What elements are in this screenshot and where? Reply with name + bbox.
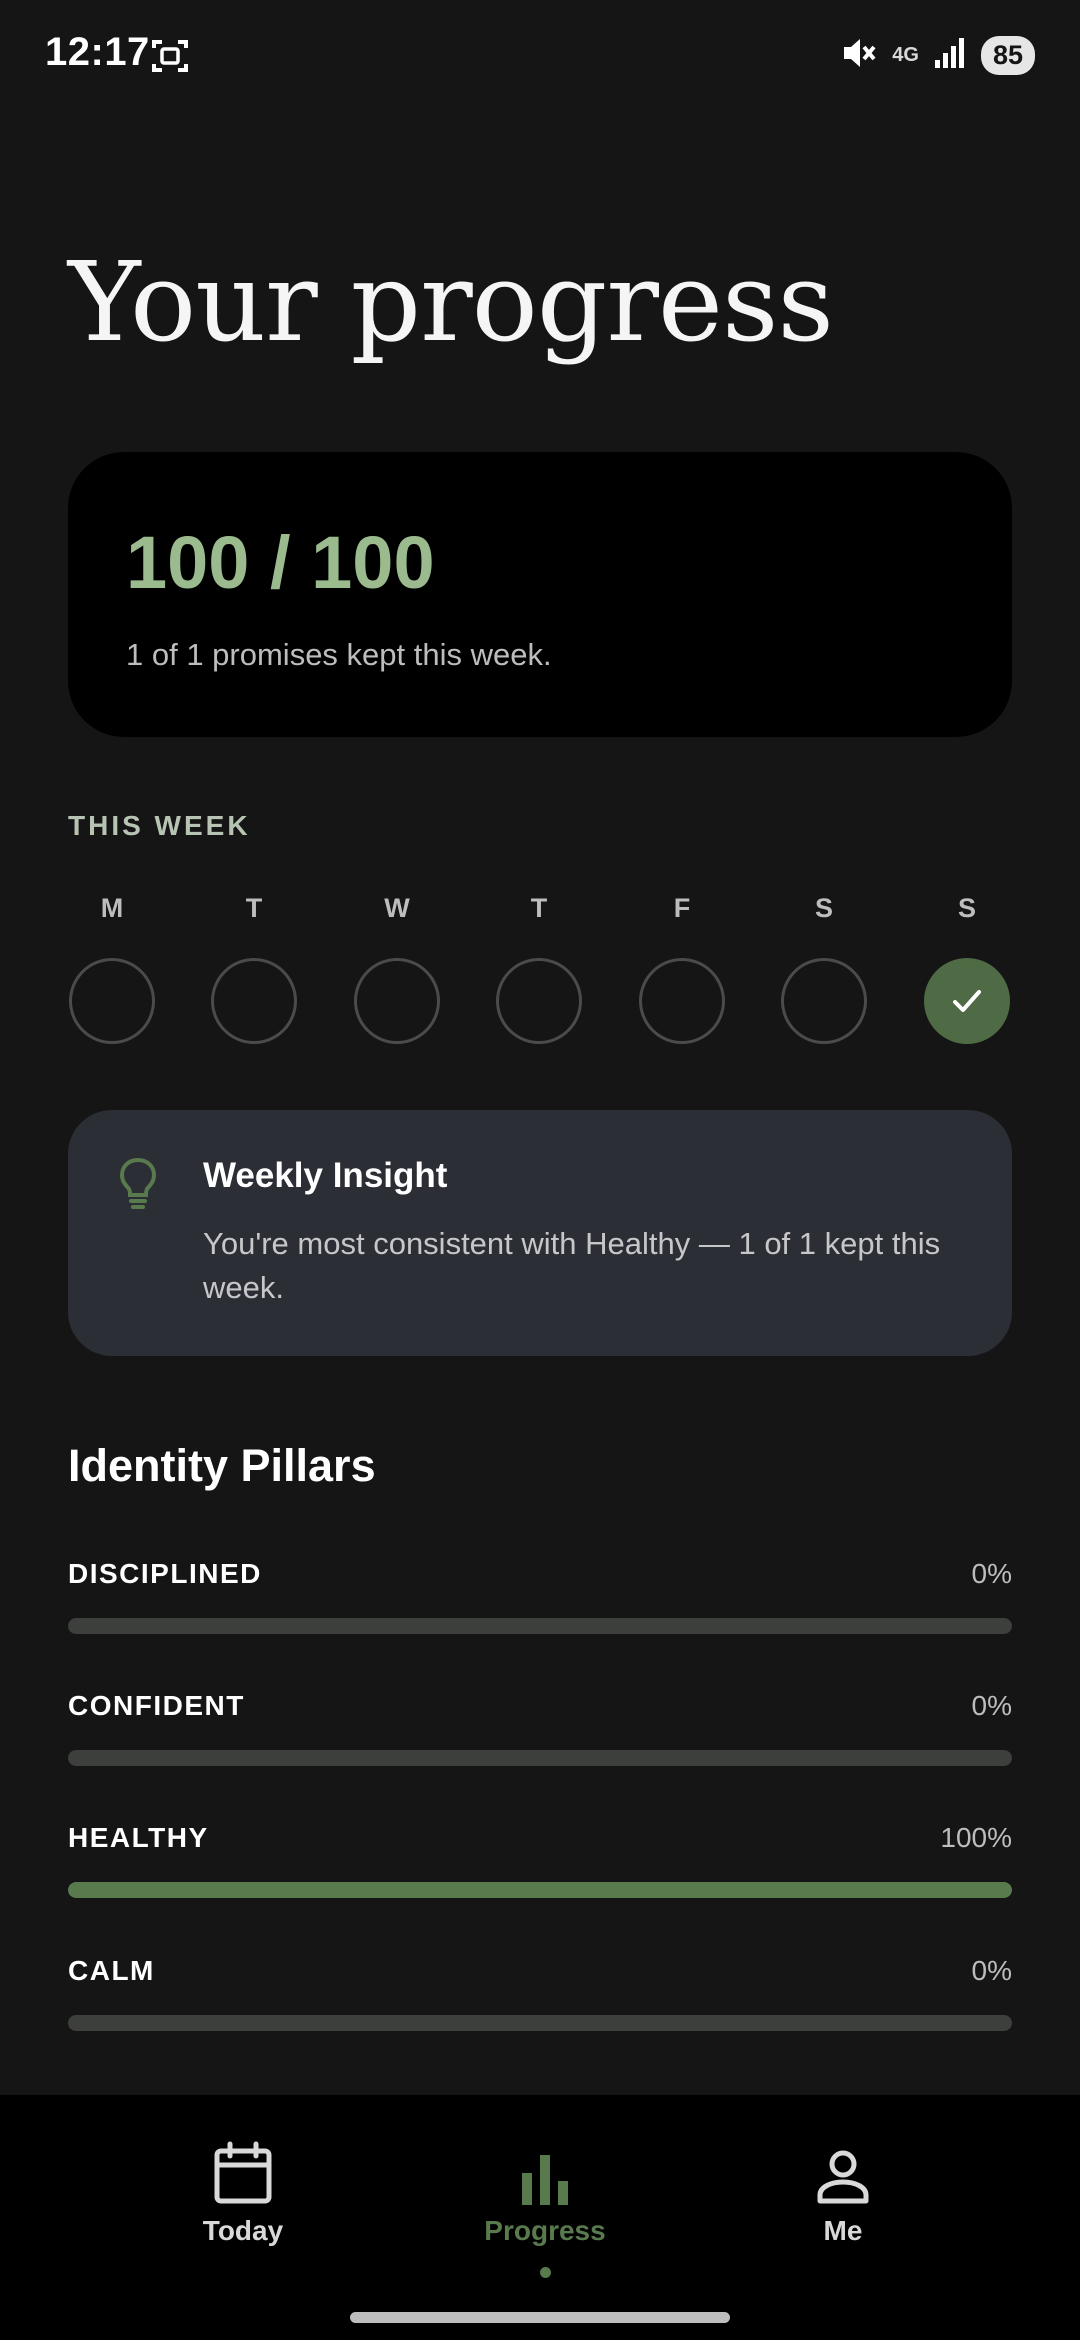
lightbulb-icon (116, 1156, 160, 1215)
day-status-circle-done (924, 958, 1010, 1044)
this-week-label: THIS WEEK (68, 810, 251, 841)
day-monday[interactable]: M (66, 888, 158, 1044)
screenshot-icon (150, 36, 190, 81)
insight-text: You're most consistent with Healthy — 1 … (203, 1226, 941, 1305)
day-letter: S (814, 893, 833, 923)
nav-tab-progress[interactable]: Progress (445, 2135, 645, 2278)
bar-chart-icon (445, 2135, 645, 2205)
day-letter: T (245, 893, 263, 923)
active-tab-indicator (539, 2267, 551, 2278)
nav-tab-today[interactable]: Today (143, 2135, 343, 2247)
person-icon (743, 2135, 943, 2205)
score-subtitle: 1 of 1 promises kept this week. (126, 637, 552, 672)
score-card: 100 / 100 1 of 1 promises kept this week… (68, 452, 1012, 737)
day-wednesday[interactable]: W (351, 888, 443, 1044)
pillar-progress-fill (68, 1882, 1012, 1898)
pillar-disciplined: DISCIPLINED 0% (68, 1558, 1012, 1658)
day-status-circle (639, 958, 725, 1044)
nav-tab-me[interactable]: Me (743, 2135, 943, 2247)
day-status-circle (211, 958, 297, 1044)
calendar-icon (143, 2135, 343, 2205)
pillar-progress-track (68, 2015, 1012, 2031)
day-letter: F (673, 893, 691, 923)
day-status-circle (354, 958, 440, 1044)
network-type-label: 4G (892, 44, 919, 66)
day-friday[interactable]: F (636, 888, 728, 1044)
pillar-percent: 0% (971, 1558, 1012, 1589)
home-indicator[interactable] (350, 2312, 730, 2323)
pillar-percent: 100% (940, 1822, 1012, 1853)
mute-icon (840, 34, 878, 77)
day-letter: T (530, 893, 548, 923)
weekly-insight-card: Weekly Insight You're most consistent wi… (68, 1110, 1012, 1356)
day-status-circle (69, 958, 155, 1044)
day-tuesday[interactable]: T (208, 888, 300, 1044)
day-status-circle (496, 958, 582, 1044)
pillar-percent: 0% (971, 1690, 1012, 1721)
checkmark-icon (953, 990, 981, 1012)
pillar-progress-track (68, 1882, 1012, 1898)
insight-title: Weekly Insight (203, 1156, 448, 1195)
day-sunday[interactable]: S (921, 888, 1013, 1044)
nav-label-today: Today (202, 2215, 284, 2246)
bottom-navigation: Today Progress Me (0, 2095, 1080, 2340)
pillar-name: HEALTHY (68, 1822, 209, 1853)
pillar-confident: CONFIDENT 0% (68, 1690, 1012, 1790)
day-letter: W (384, 893, 410, 923)
pillar-name: CALM (68, 1955, 155, 1986)
identity-pillars-title: Identity Pillars (68, 1440, 376, 1491)
pillar-progress-track (68, 1618, 1012, 1634)
battery-indicator: 85 (980, 35, 1035, 75)
status-icons: 4G 85 (840, 30, 1035, 80)
pillar-percent: 0% (971, 1955, 1012, 1986)
nav-label-progress: Progress (484, 2215, 606, 2246)
pillar-name: CONFIDENT (68, 1690, 245, 1721)
day-letter: M (100, 893, 124, 923)
status-time: 12:17 (45, 30, 150, 74)
pillar-name: DISCIPLINED (68, 1558, 262, 1589)
pillar-calm: CALM 0% (68, 1955, 1012, 2055)
score-value: 100 / 100 (126, 521, 435, 604)
pillar-healthy: HEALTHY 100% (68, 1822, 1012, 1922)
day-status-circle (781, 958, 867, 1044)
day-saturday[interactable]: S (778, 888, 870, 1044)
page-title: Your progress (68, 238, 834, 366)
day-thursday[interactable]: T (493, 888, 585, 1044)
nav-label-me: Me (823, 2215, 863, 2246)
signal-icon (933, 36, 967, 75)
day-letter: S (957, 893, 976, 923)
pillar-progress-track (68, 1750, 1012, 1766)
